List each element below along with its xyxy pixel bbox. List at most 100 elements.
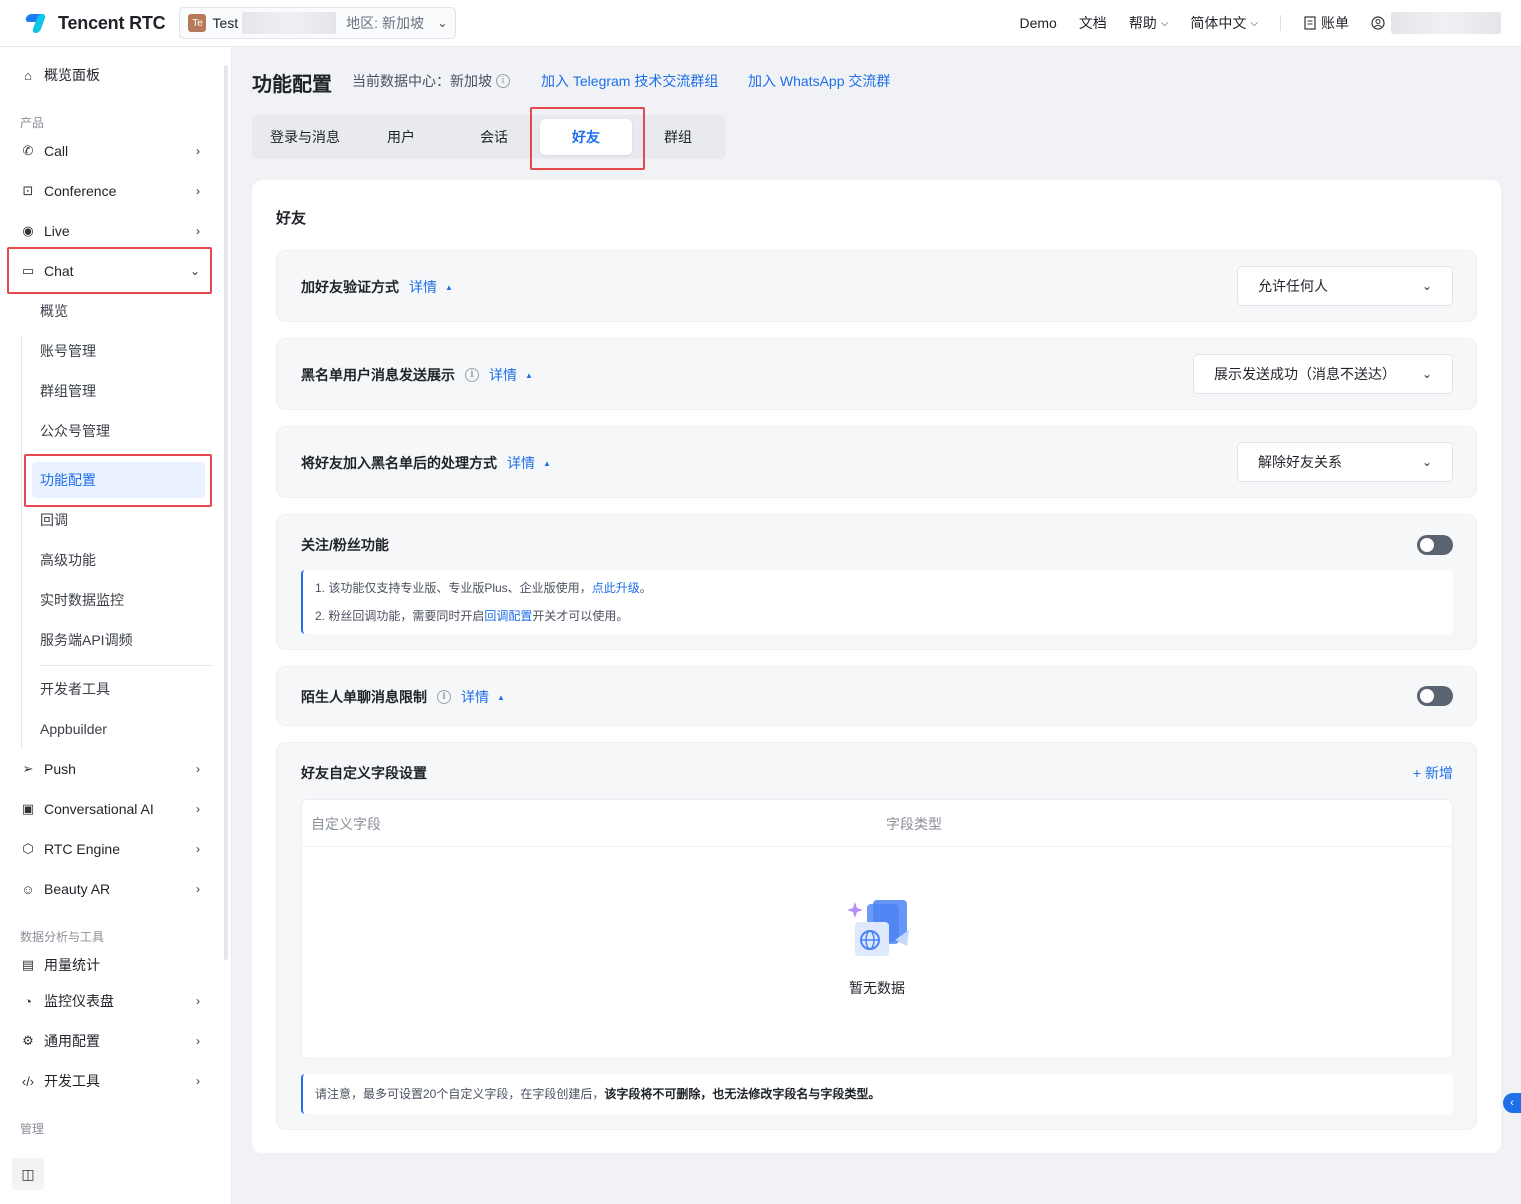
bill-icon (1304, 16, 1316, 30)
tab-conversations[interactable]: 会话 (448, 115, 540, 159)
brand-logo[interactable]: Tencent RTC (24, 12, 166, 34)
sidebar-subitem-realtime-monitor[interactable]: 实时数据监控 (40, 583, 210, 617)
sidebar-item-dev-tools[interactable]: ‹/› 开发工具 › (20, 1063, 210, 1099)
sidebar-subitem-appbuilder[interactable]: Appbuilder (40, 712, 210, 746)
upgrade-link[interactable]: 点此升级 (592, 581, 640, 595)
follow-fans-toggle[interactable] (1417, 535, 1453, 555)
setting-label-text: 好友自定义字段设置 (301, 765, 427, 781)
sidebar-item-overview[interactable]: ⌂ 概览面板 (20, 57, 210, 93)
submenu-divider (40, 665, 213, 666)
table-header-divider (302, 846, 1452, 847)
stranger-limit-toggle[interactable] (1417, 686, 1453, 706)
highlight-feature-config (24, 454, 212, 507)
setting-label: 好友自定义字段设置 (301, 763, 427, 783)
setting-label: 将好友加入黑名单后的处理方式 详情 ▲ (301, 453, 551, 473)
sidebar-subitem-accounts[interactable]: 账号管理 (40, 334, 210, 368)
tab-groups[interactable]: 群组 (632, 115, 724, 159)
chevron-right-icon: › (196, 762, 200, 776)
notice-text: 1. 该功能仅支持专业版、专业版Plus、企业版使用， (315, 581, 592, 595)
sidebar-item-push[interactable]: ➢ Push › (20, 751, 210, 787)
whatsapp-group-link[interactable]: 加入 WhatsApp 交流群 (748, 71, 890, 91)
details-label: 详情 (461, 689, 489, 705)
notice-text: 开关才可以使用。 (532, 609, 629, 623)
details-toggle[interactable]: 详情 ▲ (507, 453, 551, 473)
sidebar-item-label: Live (44, 223, 70, 239)
info-icon[interactable]: i (496, 74, 510, 88)
tab-login-messages[interactable]: 登录与消息 (252, 115, 358, 159)
collapse-sidebar-button[interactable]: ◫ (12, 1158, 44, 1190)
details-toggle[interactable]: 详情 ▲ (409, 277, 453, 297)
nav-help[interactable]: 帮助 ⌵ (1129, 13, 1169, 33)
sidebar-item-label: Beauty AR (44, 881, 111, 897)
sidebar-subitem-groups[interactable]: 群组管理 (40, 374, 210, 408)
sidebar-item-call[interactable]: ✆ Call › (20, 133, 210, 169)
empty-state-text: 暂无数据 (849, 980, 905, 996)
phone-icon: ✆ (22, 143, 34, 158)
sidebar-item-label: RTC Engine (44, 841, 121, 857)
setting-label: 黑名单用户消息发送展示 i 详情 ▲ (301, 365, 533, 385)
sidebar-scrollbar[interactable] (224, 65, 228, 960)
user-menu[interactable] (1371, 12, 1501, 34)
sidebar-subitem-callback[interactable]: 回调 (40, 503, 210, 537)
expand-panel-button[interactable]: ‹ (1503, 1093, 1521, 1113)
nav-docs[interactable]: 文档 (1079, 13, 1107, 33)
send-icon: ➢ (22, 761, 34, 776)
setting-label-text: 黑名单用户消息发送展示 (301, 367, 455, 383)
sidebar-item-monitor[interactable]: ◔ 监控仪表盘 › (20, 983, 210, 1019)
blacklist-display-select[interactable]: 展示发送成功（消息不送达） ⌄ (1193, 354, 1453, 394)
sidebar-subitem-official-accounts[interactable]: 公众号管理 (40, 414, 210, 448)
tab-users[interactable]: 用户 (358, 115, 444, 159)
callback-config-link[interactable]: 回调配置 (484, 609, 532, 623)
notice-line-2: 2. 粉丝回调功能，需要同时开启回调配置开关才可以使用。 (315, 602, 1441, 630)
app-selector[interactable]: Te Test 地区: 新加坡 ⌄ (179, 7, 457, 39)
telegram-group-link[interactable]: 加入 Telegram 技术交流群组 (541, 71, 718, 91)
sidebar-item-rtc-engine[interactable]: ⬡ RTC Engine › (20, 831, 210, 867)
sidebar-item-live[interactable]: ◉ Live › (20, 213, 210, 249)
app-name: Test (212, 15, 239, 31)
setting-row-follow-fans: 关注/粉丝功能 1. 该功能仅支持专业版、专业版Plus、企业版使用，点此升级。… (276, 514, 1477, 650)
details-toggle[interactable]: 详情 ▲ (461, 687, 505, 707)
sidebar-item-beauty-ar[interactable]: ☺ Beauty AR › (20, 871, 210, 907)
info-icon[interactable]: i (437, 690, 451, 704)
sidebar-item-usage[interactable]: ▤ 用量统计 (20, 947, 210, 983)
nav-demo[interactable]: Demo (1019, 15, 1056, 31)
chevron-right-icon: › (196, 994, 200, 1008)
info-icon[interactable]: i (465, 368, 479, 382)
details-toggle[interactable]: 详情 ▲ (489, 365, 533, 385)
add-custom-field-button[interactable]: + 新增 (1413, 763, 1453, 783)
sidebar-subitem-server-api[interactable]: 服务端API调频 (40, 623, 210, 657)
sidebar-item-conference[interactable]: ⊡ Conference › (20, 173, 210, 209)
blacklist-action-select[interactable]: 解除好友关系 ⌄ (1237, 442, 1453, 482)
chevron-right-icon: › (196, 842, 200, 856)
caret-up-icon: ▲ (525, 370, 533, 380)
caret-up-icon: ▲ (445, 282, 453, 292)
code-icon: ‹/› (21, 1073, 35, 1089)
caret-up-icon: ▲ (543, 458, 551, 468)
top-bar: Tencent RTC Te Test 地区: 新加坡 ⌄ Demo 文档 帮助… (0, 0, 1521, 47)
select-value: 允许任何人 (1258, 278, 1328, 294)
highlight-chat (7, 247, 212, 294)
chevron-right-icon: › (196, 144, 200, 158)
chevron-down-icon: ⌄ (1421, 367, 1432, 381)
sidebar-item-label: 监控仪表盘 (44, 993, 114, 1009)
chevron-right-icon: › (196, 184, 200, 198)
setting-label-text: 将好友加入黑名单后的处理方式 (301, 455, 497, 471)
chevron-right-icon: › (196, 1074, 200, 1088)
sidebar-item-general-config[interactable]: ⚙ 通用配置 › (20, 1023, 210, 1059)
sidebar-subitem-overview[interactable]: 概览 (40, 294, 210, 328)
setting-row-blacklist-display: 黑名单用户消息发送展示 i 详情 ▲ 展示发送成功（消息不送达） ⌄ (276, 338, 1477, 410)
empty-data-icon (847, 900, 909, 956)
section-title: 好友 (276, 210, 307, 227)
sidebar-subitem-advanced[interactable]: 高级功能 (40, 543, 210, 577)
sidebar-group-tools: 数据分析与工具 (20, 930, 105, 944)
sidebar-subitem-devtools[interactable]: 开发者工具 (40, 672, 210, 706)
cube-icon: ⬡ (22, 841, 34, 856)
sidebar-item-label: 通用配置 (44, 1033, 100, 1049)
sidebar-item-conversational-ai[interactable]: ▣ Conversational AI › (20, 791, 210, 827)
submenu-guide-line (21, 336, 22, 748)
data-center-label: 当前数据中心：新加坡 i (352, 71, 510, 91)
nav-billing[interactable]: 账单 (1303, 13, 1349, 33)
setting-label-text: 关注/粉丝功能 (301, 537, 389, 553)
friend-verification-select[interactable]: 允许任何人 ⌄ (1237, 266, 1453, 306)
nav-language[interactable]: 简体中文 ⌵ (1190, 13, 1258, 33)
